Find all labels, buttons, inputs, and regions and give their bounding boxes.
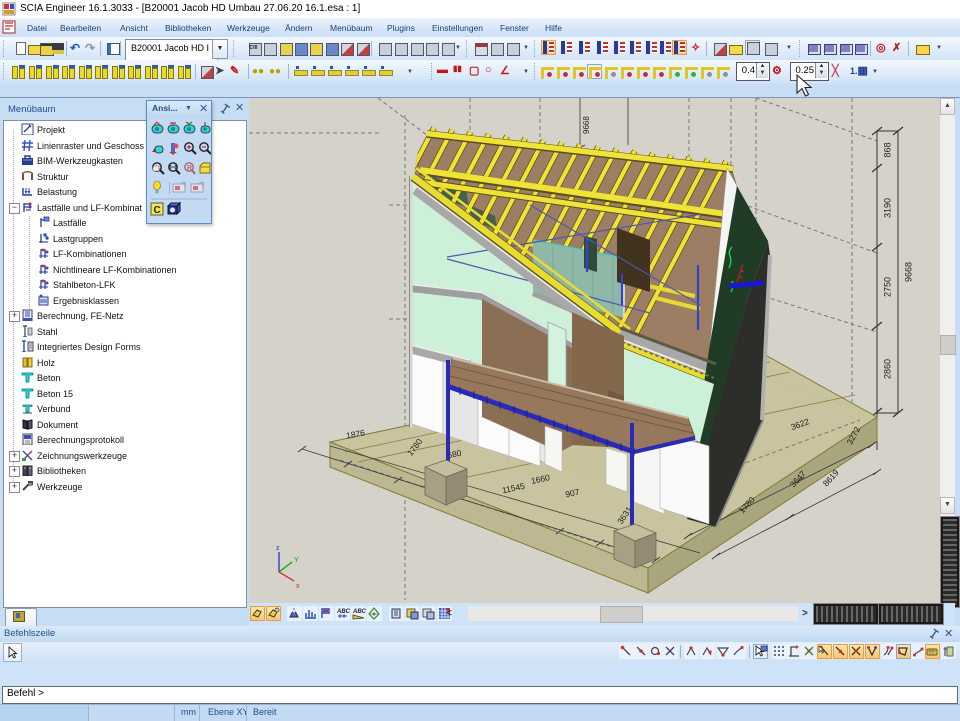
svg-text:z: z [276,545,280,552]
svg-text:2860: 2860 [882,359,892,379]
svg-text:3190: 3190 [882,198,892,218]
svg-text:x: x [296,583,300,590]
svg-text:ABC: ABC [336,609,350,615]
svg-text:Y: Y [294,557,299,564]
svg-text:868: 868 [882,142,892,157]
svg-text:ABC: ABC [352,609,366,615]
svg-text:9668: 9668 [582,116,591,134]
svg-text:C: C [154,205,161,216]
svg-text:9668: 9668 [903,262,913,282]
svg-text:R: R [187,165,192,172]
svg-text:2750: 2750 [882,277,892,297]
